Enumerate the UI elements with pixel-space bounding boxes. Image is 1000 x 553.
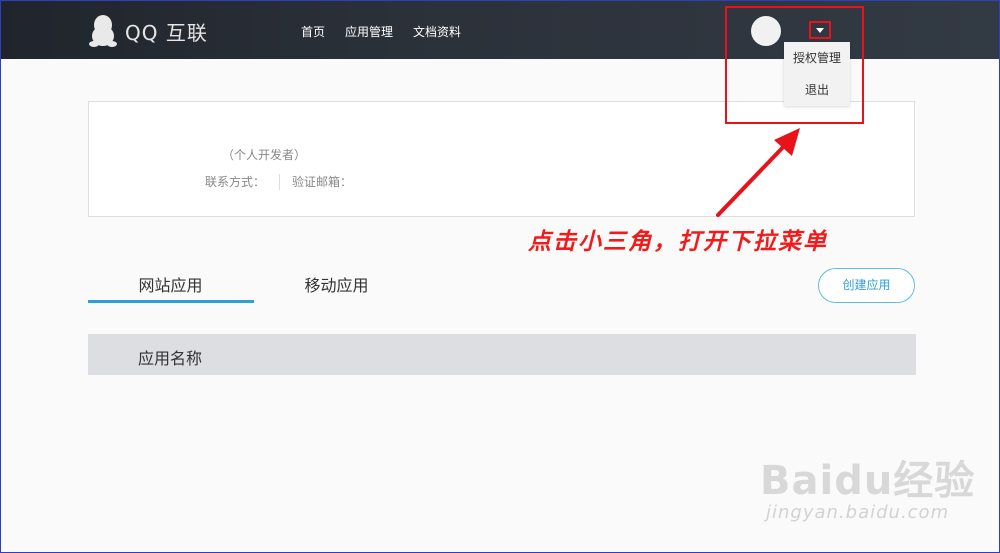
baidu-jingyan-watermark: Baidu经验 jingyan.baidu.com: [760, 448, 976, 523]
contact-row: 联系方式： 验证邮箱：: [205, 173, 352, 190]
watermark-brand: Baidu经验: [760, 458, 976, 504]
email-label: 验证邮箱：: [292, 175, 353, 189]
nav-app-management[interactable]: 应用管理: [345, 23, 393, 40]
qq-penguin-icon: [89, 14, 117, 48]
contact-label: 联系方式：: [205, 175, 266, 189]
active-tab-indicator: [88, 300, 254, 303]
create-app-button[interactable]: 创建应用: [818, 268, 915, 303]
main-nav: 首页 应用管理 文档资料: [301, 23, 481, 40]
nav-home[interactable]: 首页: [301, 23, 325, 40]
annotation-text: 点击小三角，打开下拉菜单: [528, 228, 828, 255]
brand-name: QQ 互联: [125, 20, 208, 45]
watermark-url: jingyan.baidu.com: [766, 502, 950, 523]
developer-type: （个人开发者）: [222, 148, 307, 162]
app-table-header: 应用名称: [88, 334, 916, 375]
brand-logo[interactable]: QQ 互联: [89, 14, 208, 48]
annotation-arrow: [716, 128, 800, 217]
tab-mobile-apps[interactable]: 移动应用: [254, 272, 419, 296]
tab-website-apps[interactable]: 网站应用: [88, 272, 253, 296]
highlight-box: [725, 6, 864, 124]
column-app-name: 应用名称: [138, 349, 203, 368]
nav-documentation[interactable]: 文档资料: [413, 23, 461, 40]
divider: [279, 173, 281, 190]
